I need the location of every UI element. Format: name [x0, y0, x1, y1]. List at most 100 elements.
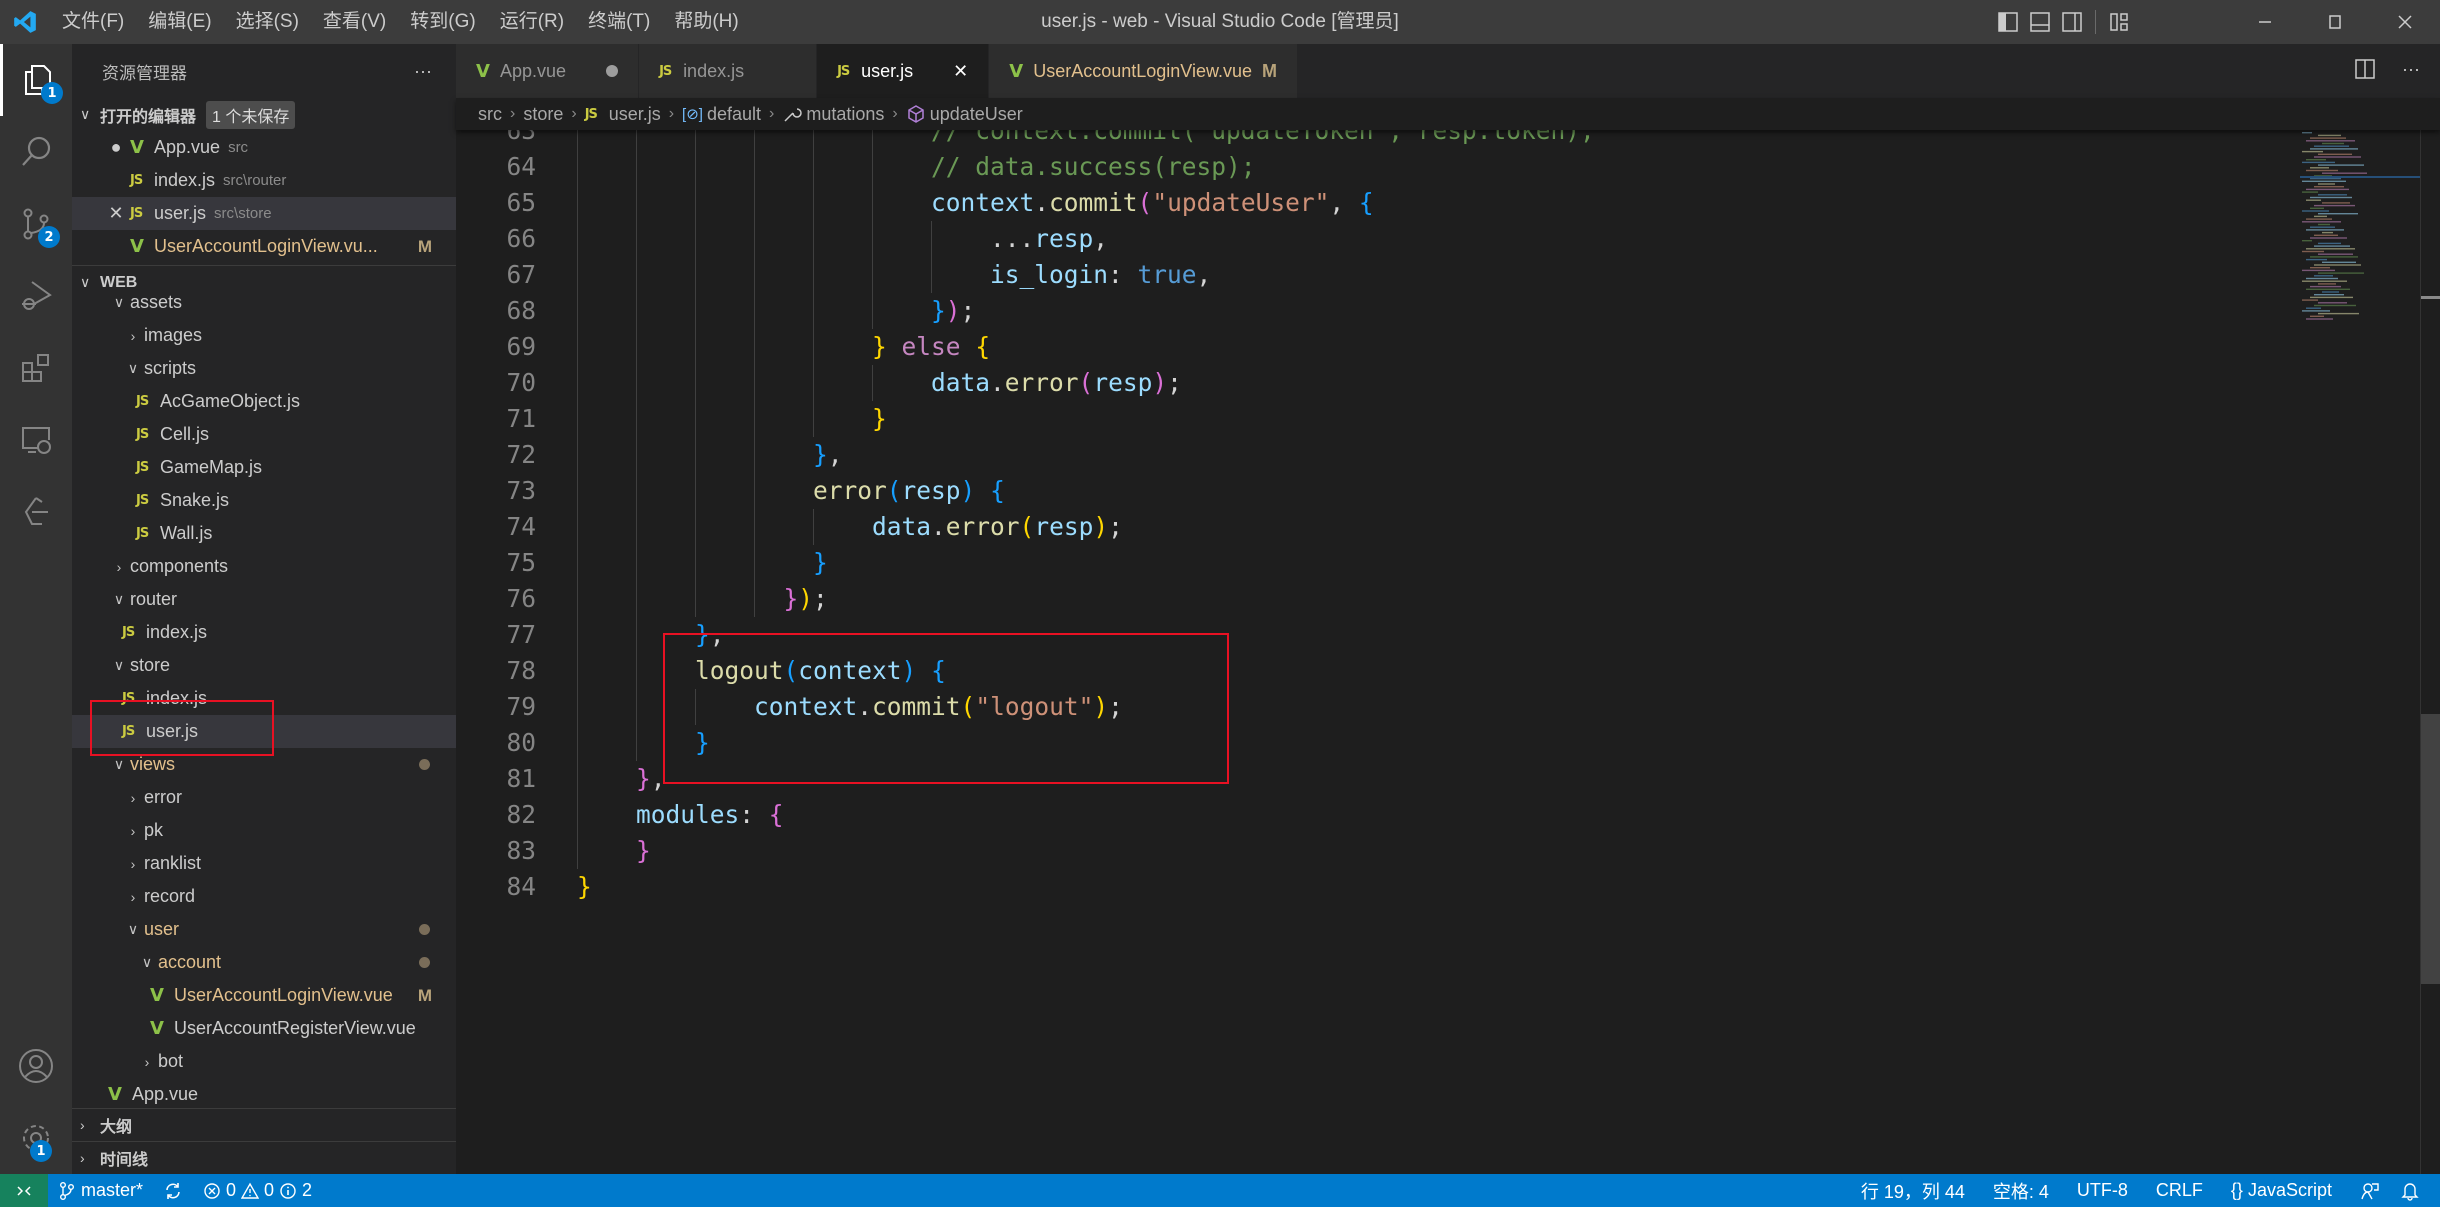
customize-layout-icon[interactable] — [2108, 11, 2130, 33]
minimap-line — [2310, 137, 2346, 139]
cursor-position[interactable]: 行 19，列 44 — [1851, 1178, 1975, 1204]
breadcrumb-mutations[interactable]: mutations — [806, 104, 884, 125]
menu-item[interactable]: 查看(V) — [311, 0, 398, 44]
activity-accounts[interactable] — [0, 1030, 72, 1102]
toggle-panel-icon[interactable] — [2029, 11, 2051, 33]
file-name: App.vue — [154, 137, 221, 157]
remote-explorer-icon — [22, 427, 51, 454]
tree-folder[interactable]: › ranklist — [72, 847, 456, 880]
tree-folder[interactable]: ∨ user — [72, 913, 456, 946]
menu-item[interactable]: 帮助(H) — [662, 0, 750, 44]
vertical-scrollbar[interactable] — [2420, 130, 2440, 1174]
vue-file-icon: V — [150, 985, 164, 1006]
activity-bar: 1 2 1 — [0, 44, 72, 1174]
tab-app-vue[interactable]: V App.vue — [456, 44, 640, 98]
tree-folder[interactable]: ∨ account — [72, 946, 456, 979]
tree-file[interactable]: JS AcGameObject.js — [72, 385, 456, 418]
breadcrumb-updateuser[interactable]: updateUser — [930, 104, 1023, 125]
sync-button[interactable] — [153, 1181, 193, 1201]
activity-run-debug[interactable] — [0, 260, 72, 332]
breadcrumb-src[interactable]: src — [478, 104, 502, 125]
tree-folder[interactable]: › bot — [72, 1045, 456, 1078]
open-editor-item[interactable]: ✕ JS user.js src\store — [72, 197, 456, 230]
minimap-line — [2302, 310, 2330, 312]
language-mode[interactable]: {} JavaScript — [2221, 1180, 2342, 1201]
tree-folder[interactable]: › images — [72, 319, 456, 352]
minimize-button[interactable] — [2230, 0, 2300, 44]
open-editors-header[interactable]: ∨ 打开的编辑器 1 个未保存 — [72, 98, 456, 131]
code-token: resp — [1034, 512, 1094, 541]
breadcrumb-store[interactable]: store — [523, 104, 563, 125]
tree-file[interactable]: JS index.js — [72, 616, 456, 649]
layout-controls — [1997, 10, 2130, 34]
activity-explorer[interactable]: 1 — [0, 44, 72, 116]
open-editor-item[interactable]: V UserAccountLoginView.vu... M — [72, 230, 456, 263]
js-file-icon: JS — [136, 526, 149, 541]
feedback-button[interactable] — [2350, 1181, 2390, 1201]
indentation[interactable]: 空格: 4 — [1983, 1178, 2059, 1204]
tree-file[interactable]: JS Cell.js — [72, 418, 456, 451]
encoding[interactable]: UTF-8 — [2067, 1180, 2138, 1201]
notifications-button[interactable] — [2390, 1181, 2430, 1201]
scrollbar-thumb[interactable] — [2421, 714, 2440, 984]
problems-indicator[interactable]: 0 0 2 — [193, 1180, 322, 1201]
tree-file[interactable]: V App.vue — [72, 1078, 456, 1106]
code-token: error — [1004, 368, 1079, 397]
close-icon[interactable]: ✕ — [102, 203, 130, 224]
activity-search[interactable] — [0, 116, 72, 188]
activity-source-control[interactable]: 2 — [0, 188, 72, 260]
tree-file[interactable]: V UserAccountRegisterView.vue — [72, 1012, 456, 1045]
settings-badge: 1 — [30, 1140, 52, 1162]
activity-extensions[interactable] — [0, 332, 72, 404]
outline-section[interactable]: › 大纲 — [72, 1108, 456, 1141]
close-window-button[interactable] — [2370, 0, 2440, 44]
more-actions-icon[interactable]: ··· — [2402, 59, 2420, 80]
menu-item[interactable]: 编辑(E) — [136, 0, 223, 44]
info-count: 2 — [302, 1180, 313, 1200]
open-editor-item[interactable]: JS index.js src\router — [72, 164, 456, 197]
timeline-section[interactable]: › 时间线 — [72, 1141, 456, 1174]
minimap[interactable] — [2300, 130, 2420, 330]
activity-manage[interactable]: 1 — [0, 1102, 72, 1174]
minimap-line — [2318, 164, 2364, 166]
close-icon[interactable]: ✕ — [953, 61, 968, 82]
activity-remote-explorer[interactable] — [0, 404, 72, 476]
open-editor-item[interactable]: ● V App.vue src — [72, 131, 456, 164]
remote-indicator[interactable] — [0, 1174, 48, 1207]
menu-item[interactable]: 选择(S) — [224, 0, 311, 44]
tree-folder[interactable]: › record — [72, 880, 456, 913]
menu-item[interactable]: 转到(G) — [398, 0, 487, 44]
tree-folder[interactable]: ∨ router — [72, 583, 456, 616]
tree-folder[interactable]: ∨ scripts — [72, 352, 456, 385]
tree-folder[interactable]: › pk — [72, 814, 456, 847]
tree-folder[interactable]: ∨ assets — [72, 286, 456, 319]
tree-file[interactable]: V UserAccountLoginView.vue M — [72, 979, 456, 1012]
split-editor-icon[interactable] — [2354, 58, 2376, 80]
activity-git-graph[interactable] — [0, 476, 72, 548]
menu-item[interactable]: 终端(T) — [576, 0, 662, 44]
tab-index-js[interactable]: JS index.js — [639, 44, 818, 98]
minimap-line — [2306, 229, 2344, 231]
tree-folder[interactable]: › error — [72, 781, 456, 814]
toggle-primary-sidebar-icon[interactable] — [1997, 11, 2019, 33]
breadcrumb-default[interactable]: default — [707, 104, 761, 125]
chevron-right-icon: › — [510, 105, 516, 122]
menu-item[interactable]: 文件(F) — [50, 0, 136, 44]
toggle-secondary-sidebar-icon[interactable] — [2061, 11, 2083, 33]
line-number: 72 — [506, 440, 536, 469]
tree-file[interactable]: JS Wall.js — [72, 517, 456, 550]
maximize-button[interactable] — [2300, 0, 2370, 44]
code-line: } — [577, 869, 592, 905]
tree-folder[interactable]: ∨ store — [72, 649, 456, 682]
explorer-more-button[interactable]: ··· — [414, 61, 432, 82]
branch-indicator[interactable]: master* — [48, 1180, 153, 1201]
tree-file[interactable]: JS Snake.js — [72, 484, 456, 517]
tree-file[interactable]: JS GameMap.js — [72, 451, 456, 484]
tree-folder[interactable]: › components — [72, 550, 456, 583]
menu-item[interactable]: 运行(R) — [488, 0, 576, 44]
end-of-line[interactable]: CRLF — [2146, 1180, 2213, 1201]
tab-user-js[interactable]: JS user.js ✕ — [817, 44, 990, 98]
unsaved-dot-icon[interactable] — [606, 65, 619, 77]
breadcrumb-file[interactable]: user.js — [609, 104, 661, 125]
tab-useraccountloginview-vue[interactable]: V UserAccountLoginView.vue M — [989, 44, 1299, 98]
